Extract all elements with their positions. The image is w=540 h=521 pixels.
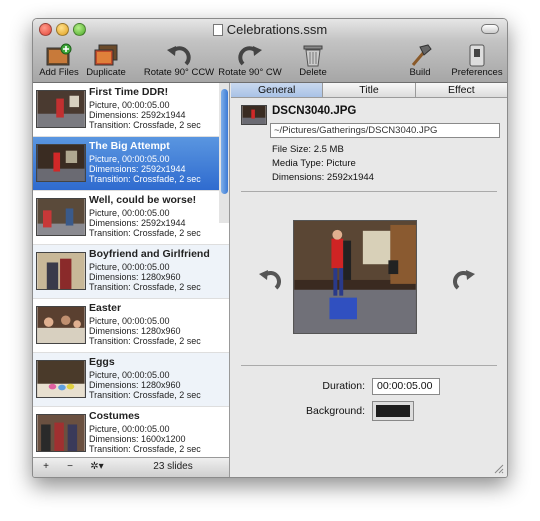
- slide-type: Picture, 00:00:05.00: [89, 154, 170, 164]
- duplicate-button[interactable]: Duplicate: [83, 40, 129, 78]
- slide-title: The Big Attempt: [89, 140, 170, 152]
- file-path-field[interactable]: ~/Pictures/Gatherings/DSCN3040.JPG: [270, 123, 500, 138]
- file-dimensions: Dimensions: 2592x1944: [272, 172, 374, 183]
- slide-type: Picture, 00:00:05.00: [89, 424, 170, 434]
- rotate-cw-button[interactable]: Rotate 90° CW: [217, 40, 283, 78]
- slide-thumbnail: [36, 360, 86, 398]
- slide-transition: Transition: Crossfade, 2 sec: [89, 390, 201, 400]
- build-label: Build: [409, 67, 431, 78]
- add-files-button[interactable]: Add Files: [37, 40, 81, 78]
- tab-general[interactable]: General: [231, 83, 324, 97]
- slide-row[interactable]: Costumes Picture, 00:00:05.00 Dimensions: …: [33, 407, 229, 457]
- slide-title: Well, could be worse!: [89, 194, 197, 206]
- slide-transition: Transition: Crossfade, 2 sec: [89, 282, 201, 292]
- slide-thumbnail: [36, 306, 86, 344]
- file-size: File Size: 2.5 MB: [272, 144, 344, 155]
- slide-dimensions: Dimensions: 1280x960: [89, 272, 181, 282]
- rotate-right-icon[interactable]: [453, 267, 477, 291]
- tab-bar: General Title Effect: [231, 83, 507, 98]
- preferences-button[interactable]: Preferences: [451, 40, 503, 78]
- duplicate-label: Duplicate: [86, 67, 126, 78]
- app-window: Celebrations.ssm Add Files Duplicate Rot…: [32, 18, 508, 478]
- slide-type: Picture, 00:00:05.00: [89, 370, 170, 380]
- slide-list[interactable]: First Time DDR! Picture, 00:00:05.00 Dimen…: [33, 83, 230, 457]
- media-type: Media Type: Picture: [272, 158, 356, 169]
- document-icon: [212, 24, 223, 36]
- preferences-label: Preferences: [451, 67, 503, 78]
- slide-row[interactable]: First Time DDR! Picture, 00:00:05.00 Dimen…: [33, 83, 229, 137]
- slide-row[interactable]: Boyfriend and Girlfriend Picture, 00:00:0…: [33, 245, 229, 299]
- slide-title: Easter: [89, 302, 122, 314]
- rotate-left-icon[interactable]: [257, 267, 281, 291]
- slide-title: Costumes: [89, 410, 140, 422]
- slide-thumbnail: [36, 144, 86, 182]
- slide-row[interactable]: Eggs Picture, 00:00:05.00 Dimensions: 1280…: [33, 353, 229, 407]
- toolbar: Add Files Duplicate Rotate 90° CCW Rotat…: [33, 40, 507, 83]
- file-name: DSCN3040.JPG: [272, 105, 357, 117]
- file-thumbnail: [241, 105, 267, 125]
- slide-dimensions: Dimensions: 1280x960: [89, 380, 181, 390]
- window-title: Celebrations.ssm: [226, 22, 328, 37]
- slide-row[interactable]: Well, could be worse! Picture, 00:00:05.0…: [33, 191, 229, 245]
- detail-panel: General Title Effect DSCN3040.JPG ~/Pict…: [231, 83, 507, 477]
- add-slide-button[interactable]: +: [39, 461, 53, 472]
- scrollbar-thumb[interactable]: [221, 89, 228, 194]
- slide-dimensions: Dimensions: 1280x960: [89, 326, 181, 336]
- slide-type: Picture, 00:00:05.00: [89, 100, 170, 110]
- build-button[interactable]: Build: [405, 40, 435, 78]
- slide-type: Picture, 00:00:05.00: [89, 316, 170, 326]
- duration-label: Duration:: [322, 380, 365, 392]
- slide-transition: Transition: Crossfade, 2 sec: [89, 174, 201, 184]
- background-color-swatch: [376, 405, 410, 417]
- rotate-ccw-icon: [167, 46, 191, 66]
- slide-dimensions: Dimensions: 2592x1944: [89, 218, 186, 228]
- remove-slide-button[interactable]: −: [63, 461, 77, 472]
- divider: [241, 365, 497, 366]
- rotate-cw-label: Rotate 90° CW: [218, 67, 282, 78]
- action-menu-button[interactable]: ✲▾: [85, 461, 109, 472]
- tab-title[interactable]: Title: [323, 83, 416, 97]
- title-bar: Celebrations.ssm: [33, 19, 507, 40]
- slide-list-scrollbar[interactable]: [219, 83, 229, 223]
- duration-field[interactable]: 00:00:05.00: [372, 378, 440, 395]
- slide-dimensions: Dimensions: 1600x1200: [89, 434, 186, 444]
- rotate-ccw-button[interactable]: Rotate 90° CCW: [143, 40, 215, 78]
- slide-title: First Time DDR!: [89, 86, 169, 98]
- tab-effect[interactable]: Effect: [416, 83, 507, 97]
- image-preview: [293, 220, 417, 334]
- trash-icon: [303, 45, 323, 67]
- slide-count: 23 slides: [153, 461, 193, 472]
- slide-row[interactable]: Easter Picture, 00:00:05.00 Dimensions: 12…: [33, 299, 229, 353]
- background-label: Background:: [306, 405, 365, 417]
- delete-label: Delete: [299, 67, 327, 78]
- slide-type: Picture, 00:00:05.00: [89, 262, 170, 272]
- toolbar-toggle-button[interactable]: [481, 24, 499, 34]
- slide-title: Eggs: [89, 356, 115, 368]
- slide-row-selected[interactable]: The Big Attempt Picture, 00:00:05.00 Dimen…: [33, 137, 229, 191]
- slide-thumbnail: [36, 414, 86, 452]
- slide-thumbnail: [36, 252, 86, 290]
- slide-dimensions: Dimensions: 2592x1944: [89, 164, 186, 174]
- add-files-icon: [46, 43, 72, 66]
- rotate-ccw-label: Rotate 90° CCW: [143, 67, 215, 78]
- add-files-label: Add Files: [39, 67, 79, 78]
- slide-thumbnail: [36, 90, 86, 128]
- hammer-icon: [411, 44, 432, 66]
- slide-dimensions: Dimensions: 2592x1944: [89, 110, 186, 120]
- delete-button[interactable]: Delete: [295, 40, 331, 78]
- preferences-icon: [469, 44, 485, 67]
- slide-type: Picture, 00:00:05.00: [89, 208, 170, 218]
- divider: [241, 191, 497, 192]
- slide-title: Boyfriend and Girlfriend: [89, 248, 210, 260]
- duplicate-icon: [94, 44, 118, 66]
- rotate-cw-icon: [238, 46, 262, 66]
- resize-grip-icon[interactable]: [494, 464, 504, 474]
- slide-transition: Transition: Crossfade, 2 sec: [89, 444, 201, 454]
- background-color-well[interactable]: [372, 401, 414, 421]
- slide-thumbnail: [36, 198, 86, 236]
- slide-list-footer: + − ✲▾ 23 slides: [33, 457, 230, 477]
- slide-transition: Transition: Crossfade, 2 sec: [89, 120, 201, 130]
- slide-transition: Transition: Crossfade, 2 sec: [89, 228, 201, 238]
- slide-transition: Transition: Crossfade, 2 sec: [89, 336, 201, 346]
